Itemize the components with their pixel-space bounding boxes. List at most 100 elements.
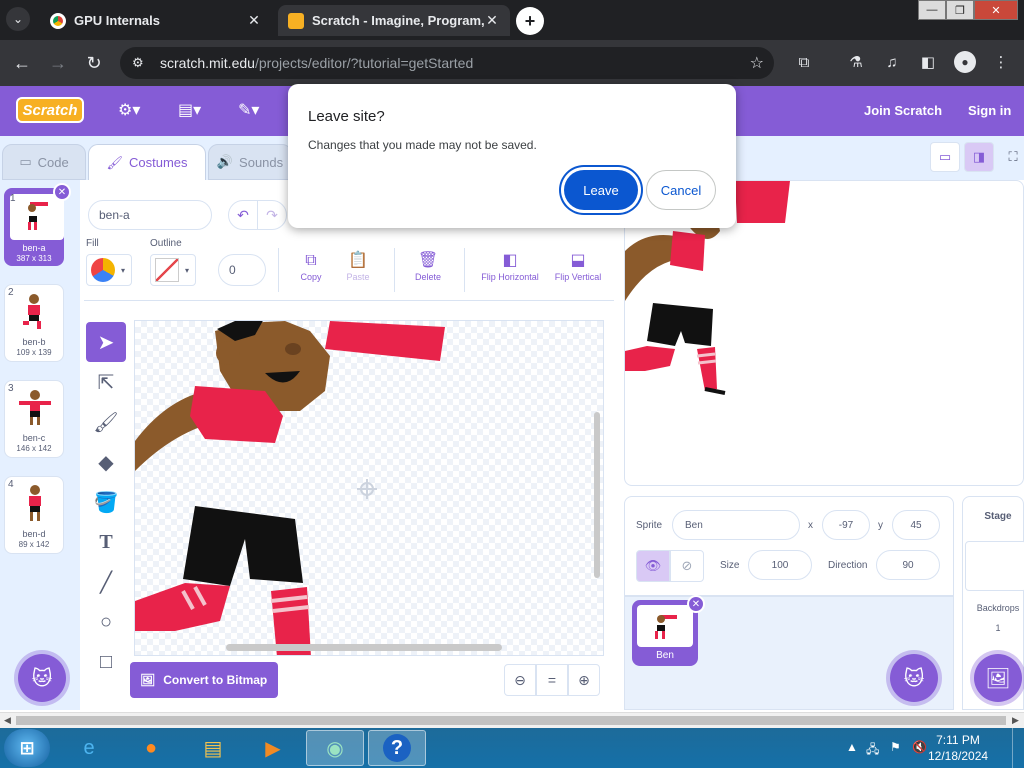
divider (394, 248, 395, 292)
x-position-input[interactable]: -97 (822, 510, 870, 540)
sprite-name-input[interactable]: Ben (672, 510, 800, 540)
circle-tool-icon[interactable]: ○ (86, 602, 126, 642)
line-tool-icon[interactable]: ╱ (86, 562, 126, 602)
leave-button[interactable]: Leave (564, 170, 638, 210)
window-close-button[interactable]: ✕ (974, 0, 1018, 20)
back-icon[interactable]: ← (10, 51, 34, 75)
costume-thumbnail (23, 294, 41, 329)
normal-stage-icon[interactable]: ◨ (964, 142, 994, 172)
tab-search-button[interactable]: ⌄ (6, 7, 30, 31)
sprite-tile[interactable]: Ben ✕ (632, 595, 705, 666)
brush-tool-icon[interactable]: 🖌 (86, 402, 126, 442)
canvas-vertical-scrollbar[interactable] (594, 412, 600, 578)
eraser-tool-icon[interactable]: ◆ (86, 442, 126, 482)
scratch-logo[interactable]: Scratch (16, 97, 84, 123)
media-player-icon[interactable]: ▶ (244, 730, 302, 766)
site-settings-icon[interactable]: ⚙ (132, 55, 150, 71)
join-scratch-link[interactable]: Join Scratch (864, 103, 942, 118)
hide-sprite-eye-icon[interactable]: ⊘ (670, 550, 704, 582)
costume-item[interactable]: 4 ben-d 89 x 142 (4, 476, 64, 554)
fill-color-picker[interactable]: ▾ (86, 254, 132, 286)
url-text: scratch.mit.edu/projects/editor/?tutoria… (160, 55, 474, 71)
minimize-button[interactable]: — (918, 0, 946, 20)
select-tool-icon[interactable]: ➤ (86, 322, 126, 362)
size-input[interactable]: 100 (748, 550, 812, 580)
show-desktop-button[interactable] (1012, 728, 1024, 768)
costume-item[interactable]: 2 ben-b 109 x 139 (4, 284, 64, 362)
reshape-tool-icon[interactable]: ⇱ (86, 362, 126, 402)
chrome-taskbar-icon[interactable]: ◉ (306, 730, 364, 766)
scrollbar-thumb[interactable] (16, 716, 1006, 725)
internet-explorer-icon[interactable]: e (60, 730, 118, 766)
y-position-input[interactable]: 45 (892, 510, 940, 540)
cancel-button[interactable]: Cancel (646, 170, 716, 210)
show-sprite-eye-icon[interactable]: 👁 (636, 550, 670, 582)
bookmark-star-icon[interactable]: ☆ (750, 53, 764, 73)
flip-horizontal-button[interactable]: ◧ Flip Horizontal (474, 250, 546, 290)
zoom-reset-icon[interactable]: = (536, 664, 568, 696)
file-menu-icon[interactable]: ▤▾ (178, 100, 201, 120)
maximize-button[interactable]: ❐ (946, 0, 974, 20)
scroll-left-icon[interactable]: ◀ (4, 715, 11, 726)
reload-icon[interactable]: ↻ (82, 51, 106, 75)
rectangle-tool-icon[interactable]: □ (86, 642, 126, 682)
paste-button[interactable]: 📋 Paste (328, 250, 388, 290)
close-tab-icon[interactable]: ✕ (246, 12, 262, 29)
action-center-flag-icon[interactable]: ⚑ (890, 740, 901, 754)
delete-costume-icon[interactable]: ✕ (53, 183, 71, 201)
chrome-menu-icon[interactable]: ⋮ (989, 50, 1013, 74)
zoom-in-icon[interactable]: ⊕ (568, 664, 600, 696)
start-button[interactable]: ⊞ (4, 729, 50, 767)
network-icon[interactable]: 🖧 (866, 740, 879, 761)
window-horizontal-scrollbar[interactable]: ◀ ▶ (0, 712, 1024, 728)
tab-costumes[interactable]: 🖌 Costumes (88, 144, 206, 180)
choose-sprite-button[interactable]: 🐱 (890, 654, 938, 702)
system-clock[interactable]: 7:11 PM 12/18/2024 (928, 732, 988, 764)
flip-vertical-button[interactable]: ⬓ Flip Vertical (546, 250, 610, 290)
tab-sounds[interactable]: 🔊 Sounds (208, 144, 292, 180)
settings-gear-icon[interactable]: ⚙▾ (118, 100, 140, 120)
choose-backdrop-button[interactable]: 🖼 (974, 654, 1022, 702)
help-icon[interactable]: ? (368, 730, 426, 766)
extensions-icon[interactable]: ⧉ (792, 50, 816, 74)
fullscreen-icon[interactable]: ⛶ (998, 142, 1024, 172)
labs-flask-icon[interactable]: ⚗ (844, 50, 868, 74)
costume-name: ben-b (22, 337, 46, 347)
undo-icon[interactable]: ↶ (228, 200, 258, 230)
redo-icon[interactable]: ↷ (257, 200, 287, 230)
delete-button[interactable]: 🗑 Delete (398, 250, 458, 290)
close-tab-icon[interactable]: ✕ (484, 12, 500, 29)
volume-muted-icon[interactable]: 🔇 (912, 740, 927, 754)
tab-gpu-internals[interactable]: GPU Internals ✕ (40, 5, 272, 36)
small-stage-icon[interactable]: ▭ (930, 142, 960, 172)
outline-color-picker[interactable]: ▾ (150, 254, 196, 286)
show-hidden-icons[interactable]: ▲ (846, 740, 858, 754)
delete-sprite-icon[interactable]: ✕ (687, 595, 705, 613)
costume-item[interactable]: 1 ben-a 387 x 313 ✕ (4, 183, 71, 266)
direction-input[interactable]: 90 (876, 550, 940, 580)
zoom-out-icon[interactable]: ⊖ (504, 664, 536, 696)
media-control-icon[interactable]: ♫ (880, 50, 904, 74)
tab-scratch[interactable]: Scratch - Imagine, Program, Sh ✕ (278, 5, 510, 36)
paint-canvas[interactable] (134, 320, 604, 656)
firefox-icon[interactable]: ● (122, 730, 180, 766)
profile-avatar[interactable]: ● (953, 50, 977, 74)
file-explorer-icon[interactable]: ▤ (184, 730, 242, 766)
side-panel-icon[interactable]: ◧ (916, 50, 940, 74)
new-tab-button[interactable]: + (516, 7, 544, 35)
address-bar[interactable]: ⚙ scratch.mit.edu/projects/editor/?tutor… (120, 47, 774, 79)
outline-width-input[interactable]: 0 (218, 254, 266, 286)
convert-to-bitmap-button[interactable]: 🖼 Convert to Bitmap (130, 662, 278, 698)
choose-costume-button[interactable]: 🐱 (18, 654, 66, 702)
edit-pencil-icon[interactable]: ✎▾ (238, 100, 259, 120)
forward-icon[interactable]: → (46, 51, 70, 75)
sign-in-link[interactable]: Sign in (968, 103, 1011, 118)
scroll-right-icon[interactable]: ▶ (1012, 715, 1019, 726)
divider (464, 248, 465, 292)
costume-name-input[interactable]: ben-a (88, 200, 212, 230)
text-tool-icon[interactable]: T (86, 522, 126, 562)
costume-item[interactable]: 3 ben-c 146 x 142 (4, 380, 64, 458)
fill-bucket-tool-icon[interactable]: 🪣 (86, 482, 126, 522)
tab-code[interactable]: ▭ Code (2, 144, 86, 180)
canvas-horizontal-scrollbar[interactable] (226, 644, 502, 651)
